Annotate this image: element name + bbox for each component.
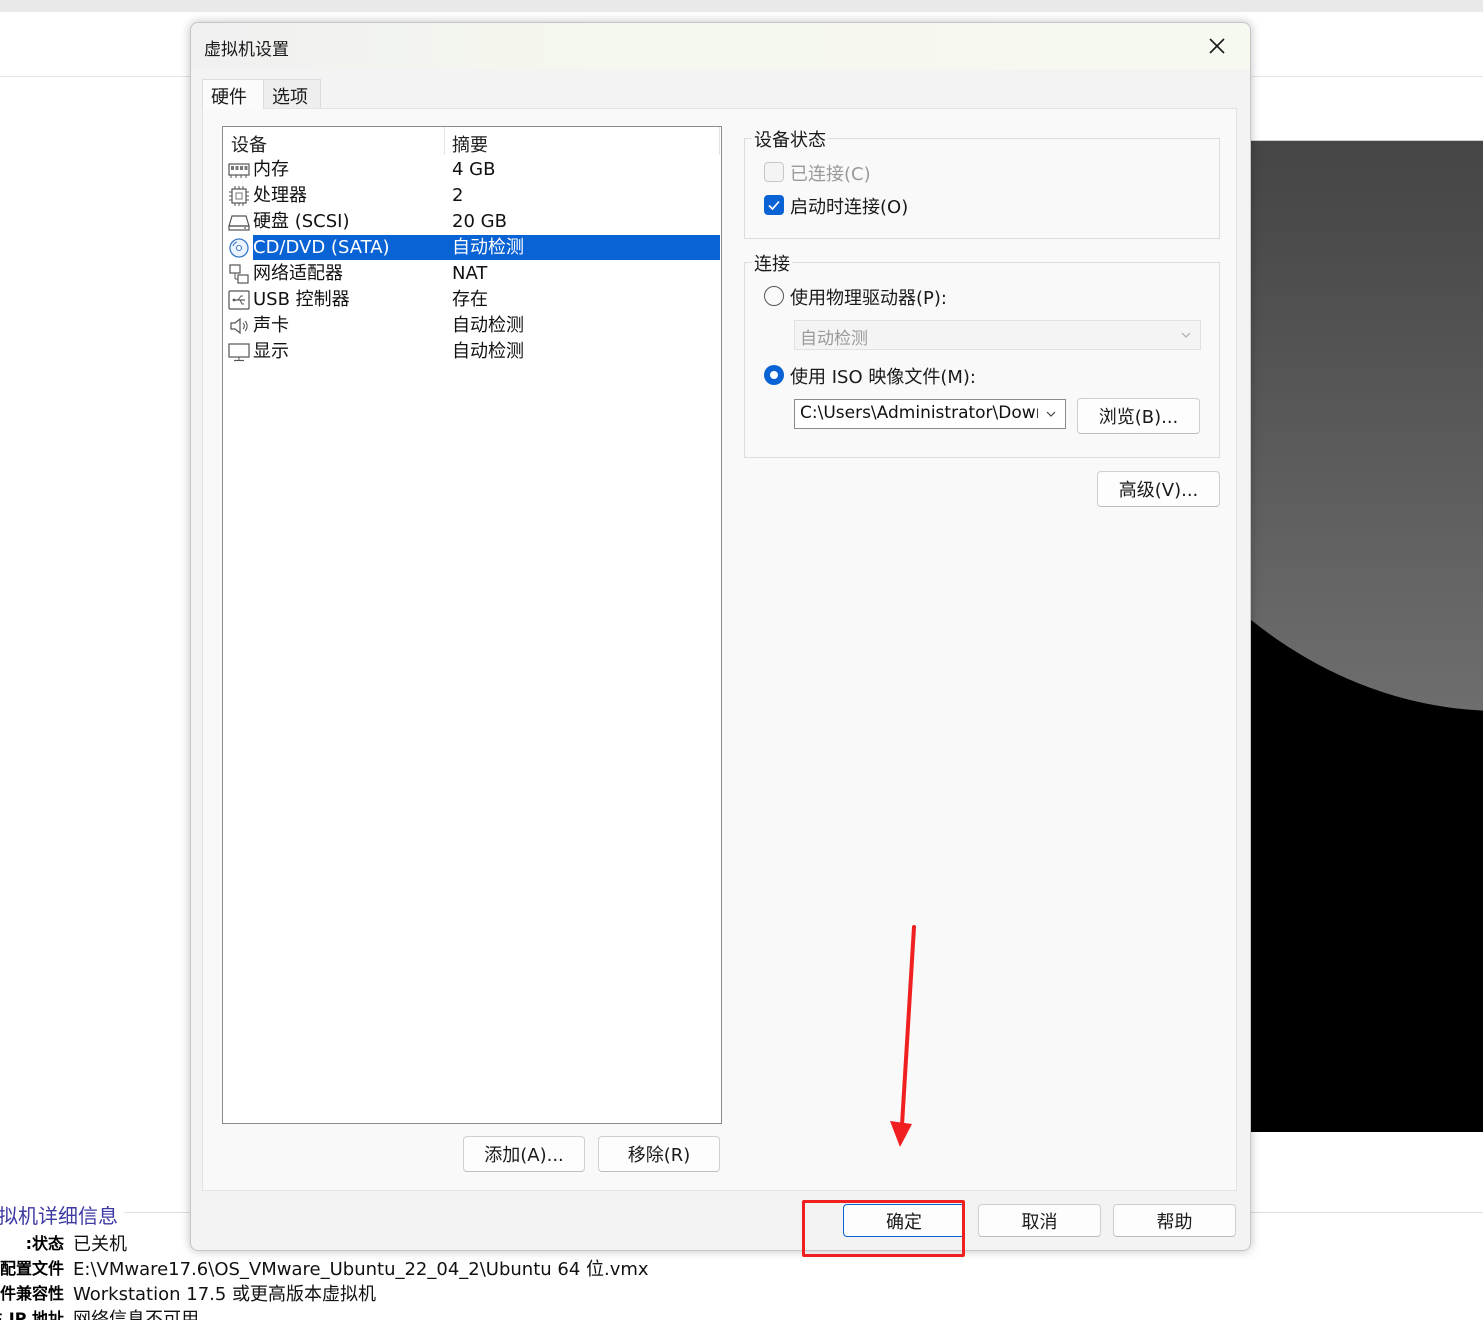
- physical-drive-value: 自动检测: [800, 329, 868, 349]
- physical-drive-label: 使用物理驱动器(P):: [790, 288, 947, 309]
- iso-image-label: 使用 ISO 映像文件(M):: [790, 367, 976, 388]
- chevron-down-icon[interactable]: [1045, 408, 1057, 420]
- usb-icon: [228, 290, 250, 310]
- summary-column-header[interactable]: 摘要: [452, 131, 488, 157]
- cpu-icon: [229, 186, 249, 206]
- connect-at-power-on-checkbox[interactable]: [764, 195, 784, 215]
- tab-hardware[interactable]: 硬件: [202, 79, 264, 109]
- tab-options[interactable]: 选项: [263, 79, 321, 109]
- device-row-display[interactable]: 显示 自动检测: [223, 339, 721, 365]
- add-device-button[interactable]: 添加(A)...: [463, 1136, 585, 1172]
- column-separator: [719, 127, 720, 155]
- checkmark-icon: [768, 200, 780, 211]
- monitor-icon: [228, 343, 250, 362]
- device-summary: 存在: [452, 289, 488, 310]
- connection-title: 连接: [752, 250, 792, 276]
- chevron-down-icon: [1181, 332, 1191, 338]
- dialog-title: 虚拟机设置: [204, 40, 289, 60]
- detail-row-compatibility: Workstation 17.5 或更高版本虚拟机: [0, 1280, 700, 1305]
- browse-button[interactable]: 浏览(B)...: [1077, 398, 1200, 434]
- detail-value-compatibility: Workstation 17.5 或更高版本虚拟机: [73, 1284, 377, 1305]
- device-status-title: 设备状态: [752, 126, 828, 152]
- detail-row-config-file: E:\VMware17.6\OS_VMware_Ubuntu_22_04_2\U…: [0, 1255, 700, 1280]
- hardware-tab-panel: 设备 摘要 内存 4 GB 处理器 2 硬盘 (SCSI) 20 GB CD/D…: [202, 108, 1237, 1191]
- physical-drive-select[interactable]: 自动检测: [794, 320, 1201, 350]
- device-name: 硬盘 (SCSI): [253, 211, 350, 232]
- device-column-header[interactable]: 设备: [231, 131, 267, 157]
- device-row-processor[interactable]: 处理器 2: [223, 183, 721, 209]
- device-summary: 自动检测: [446, 235, 720, 260]
- annotation-highlight-box: [802, 1200, 965, 1257]
- device-row-memory[interactable]: 内存 4 GB: [223, 157, 721, 183]
- device-row-sound-card[interactable]: 声卡 自动检测: [223, 313, 721, 339]
- device-summary: NAT: [452, 263, 488, 284]
- help-button[interactable]: 帮助: [1113, 1204, 1236, 1237]
- device-name: 处理器: [253, 185, 307, 206]
- device-row-network-adapter[interactable]: 网络适配器 NAT: [223, 261, 721, 287]
- cancel-button[interactable]: 取消: [978, 1204, 1101, 1237]
- device-name: 内存: [253, 159, 289, 180]
- vm-details-title: 拟机详细信息: [0, 1204, 118, 1228]
- hard-disk-icon: [228, 215, 250, 231]
- device-summary: 2: [452, 185, 464, 206]
- detail-value-state: 已关机: [73, 1234, 127, 1255]
- connected-label: 已连接(C): [790, 164, 871, 185]
- device-summary: 4 GB: [452, 159, 496, 180]
- close-icon[interactable]: [1203, 32, 1231, 60]
- device-row-hard-disk[interactable]: 硬盘 (SCSI) 20 GB: [223, 209, 721, 235]
- annotation-arrow: [890, 925, 916, 1147]
- device-row-usb[interactable]: USB 控制器 存在: [223, 287, 721, 313]
- device-name: 声卡: [253, 315, 289, 336]
- detail-value-ip: 网络信息不可用: [73, 1309, 199, 1320]
- iso-path-combobox[interactable]: C:\Users\Administrator\Downloads: [794, 399, 1066, 429]
- remove-device-button[interactable]: 移除(R): [598, 1136, 720, 1172]
- device-summary: 自动检测: [452, 315, 524, 336]
- iso-image-radio[interactable]: [764, 365, 784, 385]
- memory-icon: [228, 163, 250, 178]
- speaker-icon: [230, 317, 248, 335]
- device-list[interactable]: 设备 摘要 内存 4 GB 处理器 2 硬盘 (SCSI) 20 GB CD/D…: [222, 126, 722, 1124]
- device-name: 网络适配器: [253, 263, 343, 284]
- advanced-button[interactable]: 高级(V)...: [1097, 471, 1220, 507]
- device-status-group: [744, 138, 1220, 239]
- network-adapter-icon: [229, 264, 249, 284]
- device-name: CD/DVD (SATA): [253, 235, 446, 260]
- background-top-strip: [0, 0, 1483, 12]
- device-summary: 自动检测: [452, 341, 524, 362]
- detail-row-ip: 网络信息不可用: [0, 1305, 700, 1320]
- connected-checkbox[interactable]: [764, 162, 784, 182]
- iso-path-value: C:\Users\Administrator\Downloads: [800, 403, 1038, 423]
- device-name: USB 控制器: [253, 289, 350, 310]
- detail-value-config-file: E:\VMware17.6\OS_VMware_Ubuntu_22_04_2\U…: [73, 1259, 649, 1280]
- device-row-cd-dvd[interactable]: CD/DVD (SATA) 自动检测: [223, 235, 721, 261]
- cd-dvd-icon: [229, 238, 249, 258]
- connect-at-power-on-label: 启动时连接(O): [790, 197, 909, 218]
- vm-preview-thumbnail[interactable]: [1250, 140, 1483, 1132]
- column-separator[interactable]: [444, 127, 445, 155]
- vm-settings-dialog: 虚拟机设置 硬件 选项 设备 摘要 内存 4 GB 处理器 2 硬盘 (SCSI…: [190, 22, 1251, 1251]
- device-name: 显示: [253, 341, 289, 362]
- dialog-titlebar[interactable]: 虚拟机设置: [191, 23, 1250, 69]
- device-summary: 20 GB: [452, 211, 507, 232]
- vm-preview-gloss: [1250, 141, 1483, 711]
- physical-drive-radio[interactable]: [764, 286, 784, 306]
